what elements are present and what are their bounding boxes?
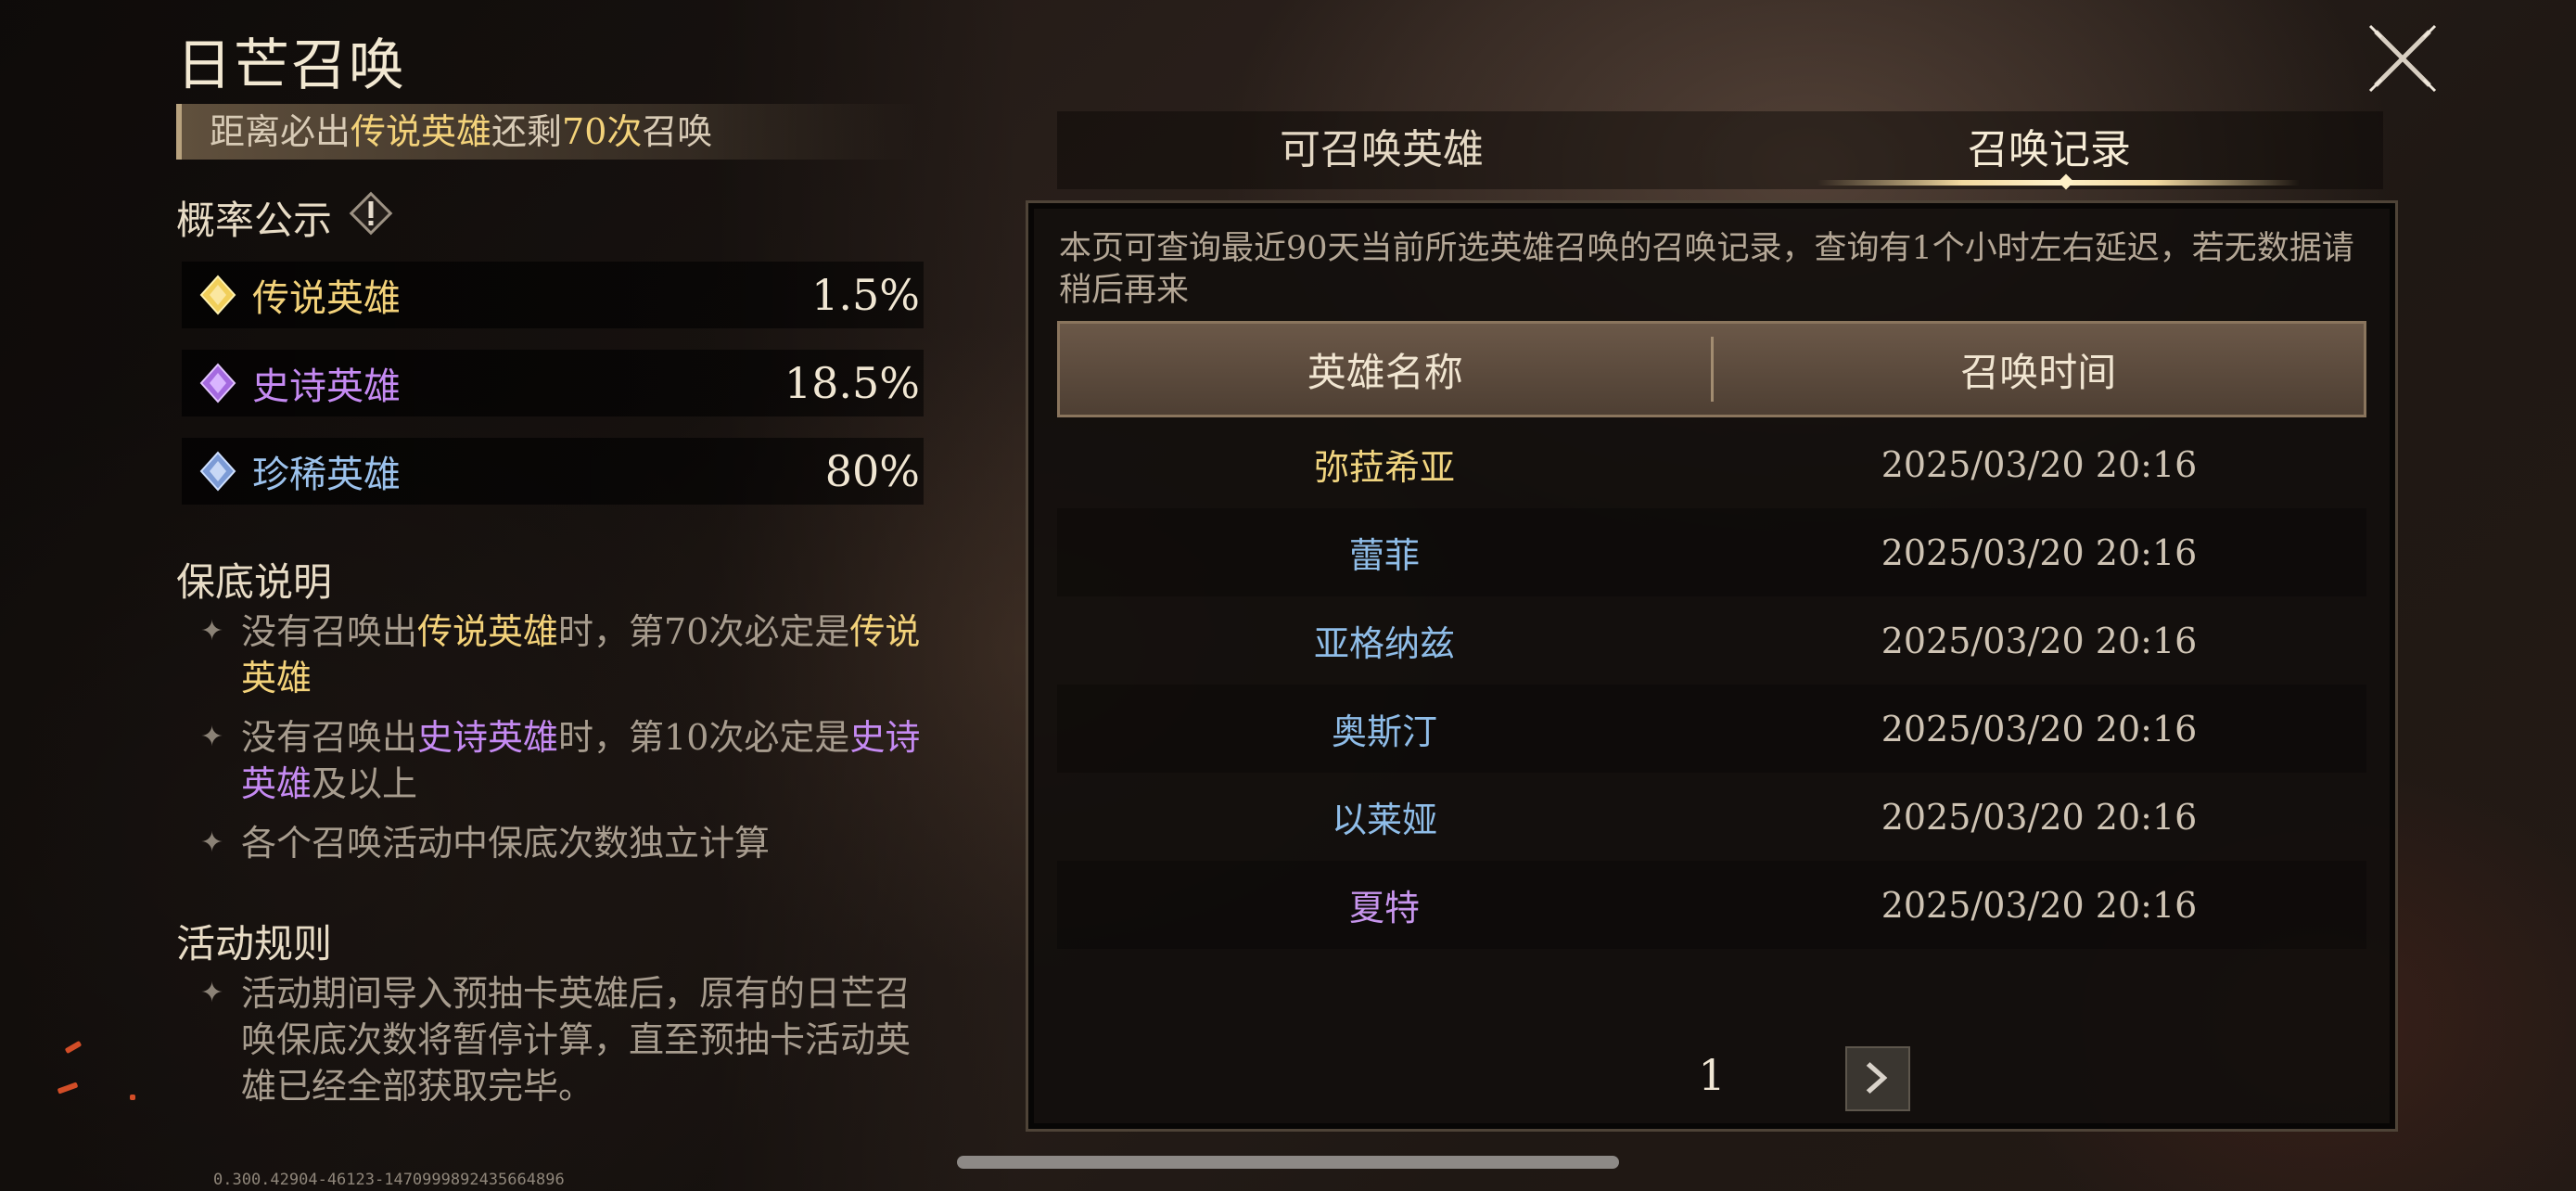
rule-text: 没有召唤出 xyxy=(241,611,418,652)
ember-particle xyxy=(130,1095,135,1100)
pity-rule-item: ✦ 各个召唤活动中保底次数独立计算 xyxy=(200,820,924,866)
hero-name: 奥斯汀 xyxy=(1331,711,1437,752)
pity-banner-suffix: 召唤 xyxy=(642,111,713,152)
hero-name: 亚格纳兹 xyxy=(1313,623,1455,664)
rule-text: 及以上 xyxy=(312,763,418,804)
column-header-summon-time: 召唤时间 xyxy=(1960,349,2117,395)
rate-percent: 1.5% xyxy=(811,270,920,320)
pity-counter-banner: 距离必出传说英雄还剩70次召唤 xyxy=(176,104,918,160)
chevron-right-icon xyxy=(1866,1062,1888,1095)
epic-gem-icon xyxy=(199,363,236,403)
page-title: 日芒召唤 xyxy=(176,33,406,98)
pity-banner-count: 70次 xyxy=(562,111,643,152)
rate-row-legendary: 传说英雄 1.5% xyxy=(182,262,924,328)
pity-banner-highlight: 传说英雄 xyxy=(351,111,492,152)
pity-rule-item: ✦ 没有召唤出传说英雄时，第70次必定是传说英雄 xyxy=(200,608,924,701)
rate-name: 传说英雄 xyxy=(252,277,401,320)
rate-name: 史诗英雄 xyxy=(252,365,401,408)
home-indicator[interactable] xyxy=(957,1156,1619,1169)
tab-summonable-heroes[interactable]: 可召唤英雄 xyxy=(1057,111,1706,189)
info-icon[interactable] xyxy=(347,189,395,237)
bullet-icon: ✦ xyxy=(200,826,224,859)
table-row: 弥菈希亚 2025/03/20 20:16 xyxy=(1057,420,2366,508)
probability-title: 概率公示 xyxy=(176,198,333,243)
activity-rule-item: ✦ 活动期间导入预抽卡英雄后，原有的日芒召唤保底次数将暂停计算，直至预抽卡活动英… xyxy=(200,970,924,1109)
table-row: 以莱娅 2025/03/20 20:16 xyxy=(1057,773,2366,861)
rule-highlight: 史诗英雄 xyxy=(417,717,559,758)
version-label: 0.300.42904-46123-1470999892435664896 xyxy=(213,1171,565,1189)
tab-bar: 可召唤英雄 召唤记录 xyxy=(1057,111,2383,189)
pity-rules-title: 保底说明 xyxy=(176,559,333,605)
summon-time: 2025/03/20 20:16 xyxy=(1881,708,2198,749)
rule-text: 活动期间导入预抽卡英雄后，原有的日芒召唤保底次数将暂停计算，直至预抽卡活动英雄已… xyxy=(241,973,912,1107)
records-note: 本页可查询最近90天当前所选英雄召唤的召唤记录，查询有1个小时左右延迟，若无数据… xyxy=(1059,230,2354,309)
tab-summon-records[interactable]: 召唤记录 xyxy=(1725,111,2374,189)
bullet-icon: ✦ xyxy=(200,721,224,753)
rare-gem-icon xyxy=(199,451,236,492)
bullet-icon: ✦ xyxy=(200,615,224,647)
hero-name: 弥菈希亚 xyxy=(1313,447,1455,488)
summon-time: 2025/03/20 20:16 xyxy=(1881,884,2198,926)
page-number: 1 xyxy=(1698,1050,1726,1100)
pity-rule-item: ✦ 没有召唤出史诗英雄时，第10次必定是史诗英雄及以上 xyxy=(200,714,924,807)
summon-time: 2025/03/20 20:16 xyxy=(1881,620,2198,661)
pity-banner-prefix: 距离必出 xyxy=(210,111,351,152)
rate-percent: 18.5% xyxy=(784,358,920,408)
pity-banner-middle: 还剩 xyxy=(491,111,563,152)
table-row: 奥斯汀 2025/03/20 20:16 xyxy=(1057,685,2366,773)
rule-text: 各个召唤活动中保底次数独立计算 xyxy=(241,823,771,864)
legendary-gem-icon xyxy=(199,275,236,315)
column-header-hero-name: 英雄名称 xyxy=(1307,349,1463,395)
rate-row-rare: 珍稀英雄 80% xyxy=(182,438,924,505)
hero-name: 夏特 xyxy=(1348,888,1420,928)
summon-time: 2025/03/20 20:16 xyxy=(1881,443,2198,485)
table-row: 夏特 2025/03/20 20:16 xyxy=(1057,861,2366,949)
activity-rules-title: 活动规则 xyxy=(176,921,333,967)
next-page-button[interactable] xyxy=(1845,1046,1910,1111)
hero-name: 以莱娅 xyxy=(1331,800,1437,840)
rate-percent: 80% xyxy=(824,446,920,496)
rule-text: 时，第10次必定是 xyxy=(558,717,850,758)
rate-row-epic: 史诗英雄 18.5% xyxy=(182,350,924,416)
table-row: 蕾菲 2025/03/20 20:16 xyxy=(1057,508,2366,596)
rate-name: 珍稀英雄 xyxy=(252,454,401,496)
table-row: 亚格纳兹 2025/03/20 20:16 xyxy=(1057,596,2366,685)
rule-highlight: 传说英雄 xyxy=(417,611,559,652)
table-header: 英雄名称 召唤时间 xyxy=(1057,321,2366,417)
close-icon[interactable] xyxy=(2363,19,2442,98)
rule-text: 没有召唤出 xyxy=(241,717,418,758)
rule-text: 时，第70次必定是 xyxy=(558,611,850,652)
hero-name: 蕾菲 xyxy=(1348,535,1420,576)
summon-time: 2025/03/20 20:16 xyxy=(1881,531,2198,573)
summon-time: 2025/03/20 20:16 xyxy=(1881,796,2198,838)
bullet-icon: ✦ xyxy=(200,977,224,1009)
